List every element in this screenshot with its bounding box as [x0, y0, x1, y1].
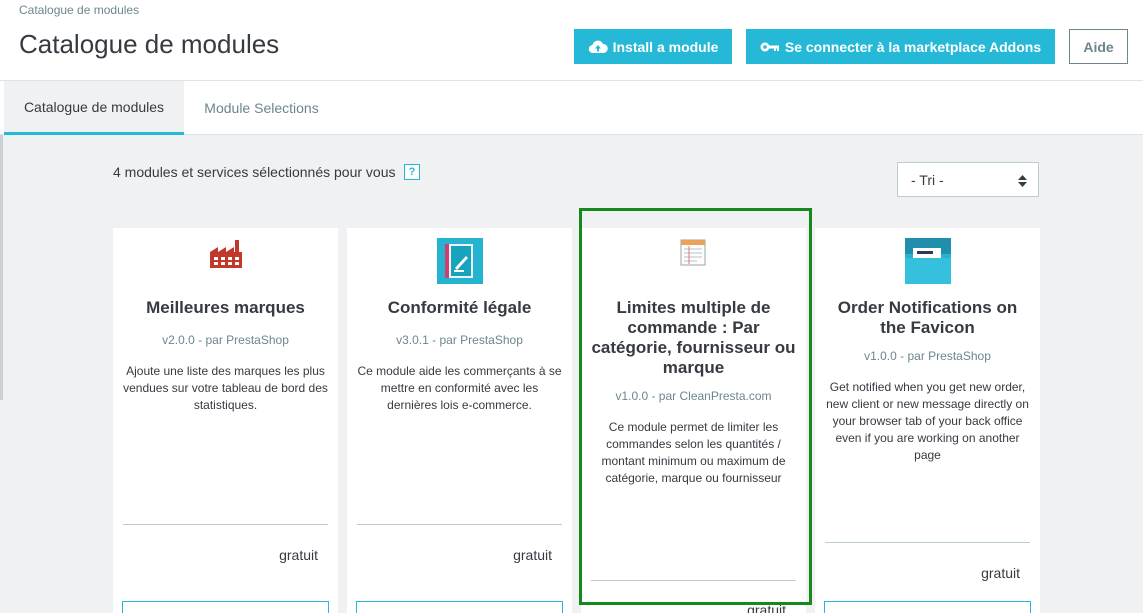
- help-badge[interactable]: ?: [404, 164, 420, 180]
- module-card[interactable]: Conformité légale v3.0.1 - par PrestaSho…: [347, 228, 572, 613]
- divider: [825, 542, 1030, 543]
- scroll-edge: [0, 135, 3, 400]
- tab-module-catalog[interactable]: Catalogue de modules: [4, 81, 184, 135]
- module-version: v3.0.1 - par PrestaShop: [396, 333, 523, 347]
- divider: [591, 580, 796, 581]
- divider: [357, 524, 562, 525]
- breadcrumb[interactable]: Catalogue de modules: [19, 3, 139, 17]
- sort-select[interactable]: - Tri -: [897, 162, 1039, 197]
- cloud-upload-icon: [588, 40, 608, 54]
- sort-select-value: - Tri -: [911, 171, 944, 188]
- module-action-button[interactable]: [824, 601, 1031, 613]
- install-module-button[interactable]: Install a module: [574, 29, 732, 64]
- help-button[interactable]: Aide: [1069, 29, 1128, 64]
- factory-icon: [113, 238, 338, 270]
- legal-book-icon: [347, 238, 572, 284]
- page-header: Catalogue de modules Catalogue de module…: [0, 0, 1143, 81]
- divider: [123, 524, 328, 525]
- module-title[interactable]: Meilleures marques: [121, 298, 330, 318]
- module-title[interactable]: Order Notifications on the Favicon: [823, 298, 1032, 338]
- module-price: gratuit: [513, 547, 552, 563]
- module-card[interactable]: Meilleures marques v2.0.0 - par PrestaSh…: [113, 228, 338, 613]
- key-icon: [760, 41, 780, 53]
- connect-marketplace-label: Se connecter à la marketplace Addons: [784, 38, 1042, 55]
- folder-notification-icon: [815, 238, 1040, 284]
- module-card[interactable]: Order Notifications on the Favicon v1.0.…: [815, 228, 1040, 613]
- tab-module-selections[interactable]: Module Selections: [184, 81, 339, 135]
- tab-bar: Catalogue de modules Module Selections: [0, 81, 1143, 135]
- module-version: v1.0.0 - par PrestaShop: [864, 349, 991, 363]
- module-version: v2.0.0 - par PrestaShop: [162, 333, 289, 347]
- module-description: Get notified when you get new order, new…: [826, 380, 1029, 462]
- module-action-button[interactable]: [356, 601, 563, 613]
- sort-arrows-icon: [1018, 174, 1027, 190]
- module-action-button[interactable]: [122, 601, 329, 613]
- connect-marketplace-button[interactable]: Se connecter à la marketplace Addons: [746, 29, 1055, 64]
- module-card[interactable]: Limites multiple de commande : Par catég…: [581, 228, 806, 613]
- notepad-icon: [581, 238, 806, 268]
- module-description: Ce module permet de limiter les commande…: [601, 420, 786, 485]
- module-price: gratuit: [981, 565, 1020, 581]
- module-price: gratuit: [747, 602, 786, 613]
- module-price: gratuit: [279, 547, 318, 563]
- module-description: Ajoute une liste des marques les plus ve…: [123, 364, 328, 412]
- module-count-text: 4 modules et services sélectionnés pour …: [113, 164, 396, 180]
- module-version: v1.0.0 - par CleanPresta.com: [615, 389, 772, 403]
- page-title: Catalogue de modules: [19, 29, 280, 59]
- module-description: Ce module aide les commerçants à se mett…: [357, 364, 562, 412]
- module-title[interactable]: Limites multiple de commande : Par catég…: [589, 298, 798, 378]
- install-module-label: Install a module: [612, 38, 719, 55]
- module-title[interactable]: Conformité légale: [355, 298, 564, 318]
